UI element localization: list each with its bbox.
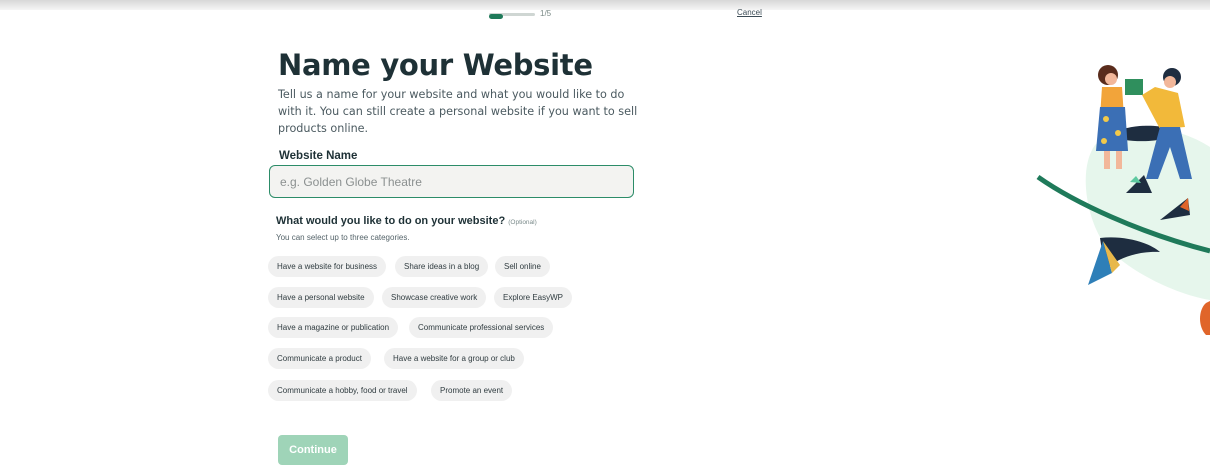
- person-face: [1164, 76, 1176, 88]
- person-leg: [1104, 151, 1110, 169]
- category-chip-sell-online[interactable]: Sell online: [495, 256, 550, 277]
- person-skirt: [1096, 107, 1128, 151]
- category-chip-product[interactable]: Communicate a product: [268, 348, 371, 369]
- category-chip-magazine[interactable]: Have a magazine or publication: [268, 317, 399, 338]
- category-chip-professional-services[interactable]: Communicate professional services: [409, 317, 554, 338]
- top-bar: [0, 0, 1210, 10]
- category-chip-easywp[interactable]: Explore EasyWP: [494, 287, 573, 308]
- category-chip-event[interactable]: Promote an event: [431, 380, 513, 401]
- person-leg: [1116, 151, 1122, 169]
- category-chip-business[interactable]: Have a website for business: [268, 256, 387, 277]
- dress-dot: [1103, 116, 1109, 122]
- categories-question: What would you like to do on your websit…: [276, 215, 537, 227]
- continue-button[interactable]: Continue: [278, 435, 348, 465]
- optional-label: (Optional): [508, 219, 537, 226]
- dress-dot: [1115, 130, 1121, 136]
- categories-question-text: What would you like to do on your websit…: [276, 215, 506, 227]
- dress-dot: [1101, 138, 1107, 144]
- category-chip-creative-work[interactable]: Showcase creative work: [382, 287, 487, 308]
- page-intro: Tell us a name for your website and what…: [278, 88, 638, 135]
- category-chip-hobby[interactable]: Communicate a hobby, food or travel: [268, 380, 417, 401]
- illustration-shape: [1200, 301, 1210, 335]
- category-chip-group-club[interactable]: Have a website for a group or club: [384, 348, 524, 369]
- categories-hint: You can select up to three categories.: [276, 233, 410, 242]
- category-chip-personal[interactable]: Have a personal website: [268, 287, 374, 308]
- progress-step-label: 1/5: [540, 9, 552, 18]
- website-name-label: Website Name: [279, 150, 358, 162]
- category-chip-blog[interactable]: Share ideas in a blog: [395, 256, 489, 277]
- website-name-input[interactable]: [269, 165, 634, 198]
- page-title: Name your Website: [278, 48, 593, 82]
- progress-track: [489, 13, 535, 19]
- person-face: [1105, 73, 1117, 85]
- cancel-link[interactable]: Cancel: [737, 8, 762, 17]
- progress-fill: [489, 14, 503, 19]
- package-box: [1125, 79, 1143, 95]
- people-illustration: [1036, 65, 1210, 335]
- person-shirt: [1142, 87, 1185, 129]
